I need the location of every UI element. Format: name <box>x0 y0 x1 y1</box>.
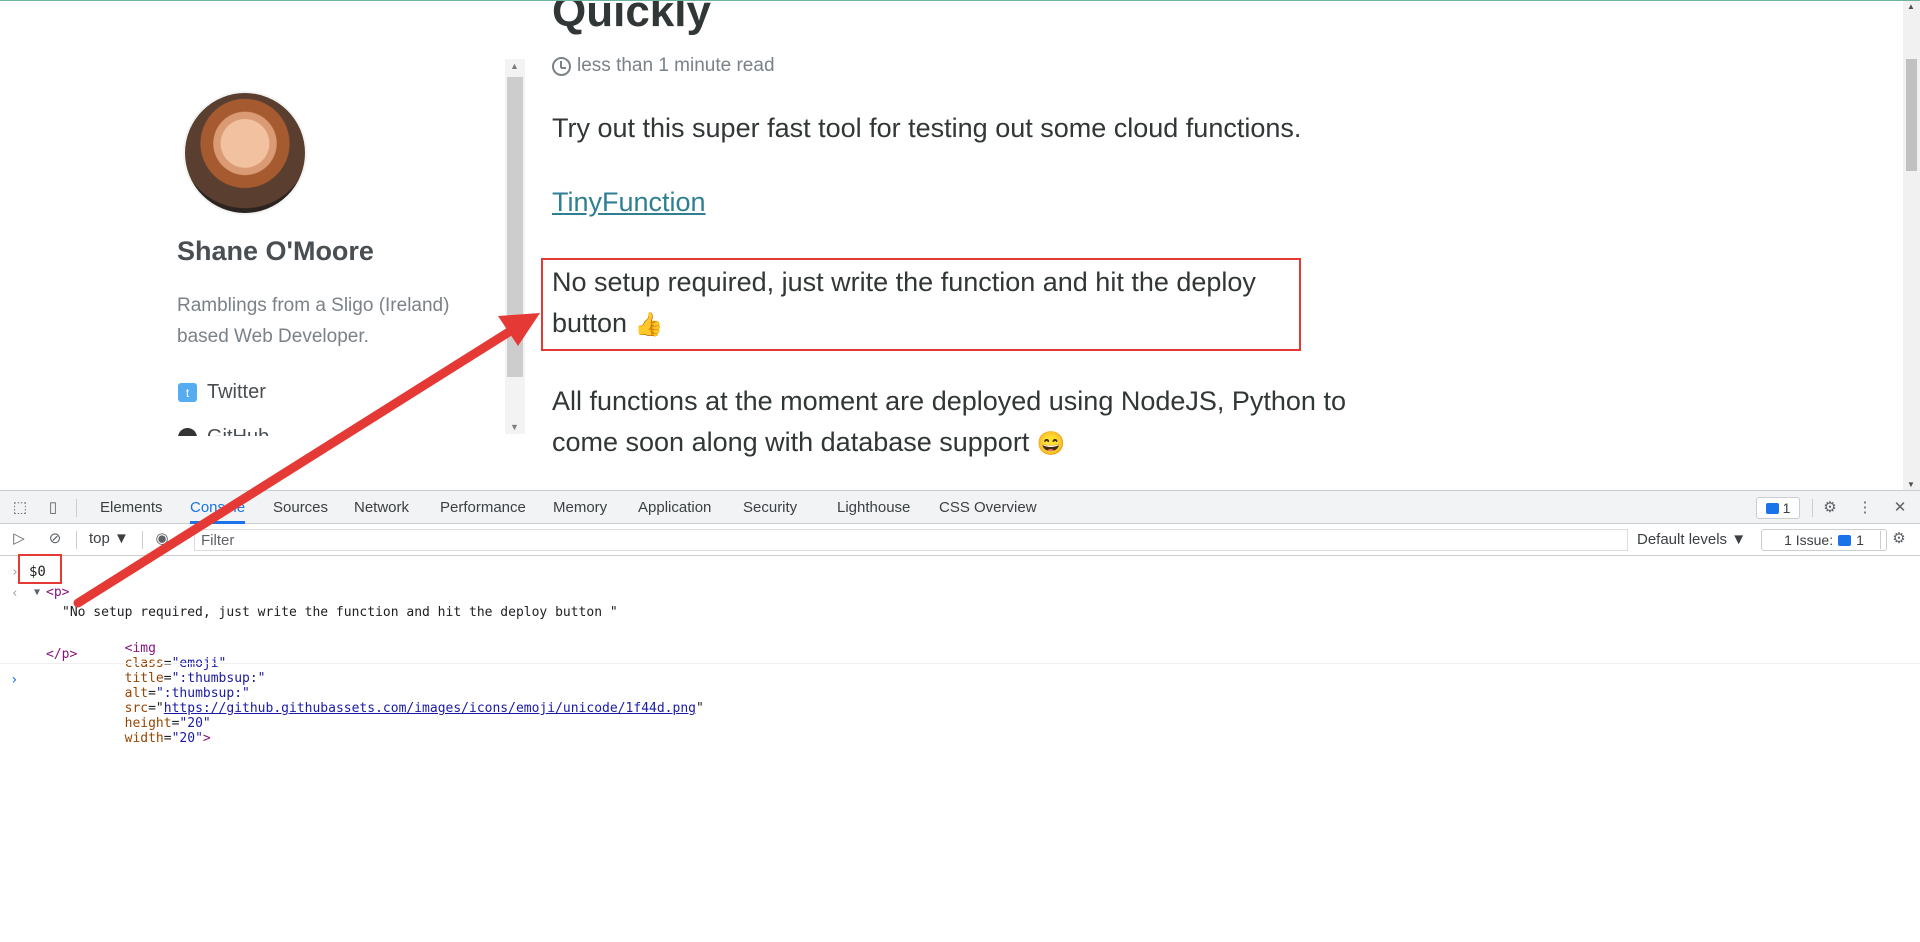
dom-text-node: "No setup required, just write the funct… <box>62 605 618 620</box>
tab-console[interactable]: Console <box>190 491 246 524</box>
toolbar-divider <box>1880 531 1881 549</box>
author-avatar <box>183 91 307 215</box>
read-time-label: less than 1 minute read <box>577 55 775 76</box>
more-options-icon[interactable]: ⋮ <box>1856 499 1874 517</box>
inspect-element-icon[interactable]: ⬚ <box>11 499 29 517</box>
clock-icon <box>552 56 571 76</box>
device-toolbar-icon[interactable]: ▯ <box>44 499 62 517</box>
toolbar-divider <box>142 531 143 549</box>
tab-performance[interactable]: Performance <box>440 491 526 524</box>
expand-triangle-icon[interactable]: ▼ <box>34 587 40 598</box>
tab-security[interactable]: Security <box>743 491 797 524</box>
attr-height: height <box>124 716 172 731</box>
github-icon <box>178 428 197 436</box>
attr-width-value: "20" <box>171 731 203 746</box>
attr-alt: alt <box>124 686 149 701</box>
dom-img-element[interactable]: <img class="emoji" title=":thumbsup:" al… <box>62 626 704 761</box>
context-select[interactable]: top ▼ <box>89 530 129 547</box>
node-text: All functions at the moment are deployed… <box>552 386 1346 457</box>
tab-lighthouse[interactable]: Lighthouse <box>837 491 910 524</box>
settings-gear-icon[interactable]: ⚙ <box>1821 499 1839 517</box>
scroll-down-icon[interactable]: ▼ <box>510 422 519 432</box>
issues-badge-count: 1 <box>1782 500 1791 516</box>
result-caret-icon: ‹ <box>11 586 19 601</box>
tab-application[interactable]: Application <box>638 491 711 524</box>
post-title: Quickly <box>552 0 711 36</box>
social-link-github[interactable]: GitHub <box>178 426 269 436</box>
img-tag: <img <box>124 641 156 656</box>
tab-memory[interactable]: Memory <box>553 491 607 524</box>
tinyfunction-link[interactable]: TinyFunction <box>552 187 706 218</box>
tab-divider <box>76 499 77 517</box>
annotation-highlight-box <box>541 258 1301 351</box>
console-prompt-caret-icon[interactable]: › <box>10 672 18 688</box>
sidebar-scrollbar[interactable]: ▲ ▼ <box>505 59 525 434</box>
author-name: Shane O'Moore <box>177 236 374 266</box>
issues-button-count: 1 <box>1856 532 1864 548</box>
social-link-twitter[interactable]: t Twitter <box>178 381 266 404</box>
scroll-up-icon[interactable]: ▲ <box>510 61 519 71</box>
sidebar-scroll-thumb[interactable] <box>507 77 523 377</box>
intro-paragraph: Try out this super fast tool for testing… <box>552 113 1302 143</box>
log-levels-label: Default levels <box>1637 531 1728 548</box>
attr-width: width <box>124 731 164 746</box>
log-levels-dropdown[interactable]: Default levels ▼ <box>1637 531 1746 548</box>
tab-network[interactable]: Network <box>354 491 409 524</box>
read-time: less than 1 minute read <box>552 55 775 77</box>
issues-button-label: 1 Issue: <box>1784 532 1834 548</box>
console-filter-input[interactable]: Filter <box>194 529 1628 551</box>
tab-css-overview[interactable]: CSS Overview <box>939 491 1037 524</box>
smile-icon: 😄 <box>1036 430 1066 456</box>
close-icon[interactable]: ✕ <box>1891 499 1909 517</box>
attr-src-link[interactable]: https://github.githubassets.com/images/i… <box>164 701 696 716</box>
message-icon <box>1765 502 1779 514</box>
page-scroll-down-icon[interactable]: ▼ <box>1907 481 1915 489</box>
page-scroll-thumb[interactable] <box>1906 59 1917 171</box>
annotation-expression-box <box>18 554 62 584</box>
devtools-panel: ⬚ ▯ Elements Console Sources Network Per… <box>0 490 1920 942</box>
clear-console-icon[interactable]: ⊘ <box>46 530 64 548</box>
tab-elements[interactable]: Elements <box>100 491 163 524</box>
devtools-tabbar: ⬚ ▯ Elements Console Sources Network Per… <box>0 490 1920 524</box>
social-label-github: GitHub <box>207 426 269 436</box>
console-divider <box>0 663 1920 664</box>
chevron-down-icon: ▼ <box>114 530 129 547</box>
context-value: top <box>89 530 110 547</box>
page-viewport: Shane O'Moore Ramblings from a Sligo (Ir… <box>0 0 1920 490</box>
attr-src: src <box>124 701 149 716</box>
message-icon <box>1838 534 1852 546</box>
attr-title: title <box>124 671 164 686</box>
page-scrollbar[interactable]: ▲ ▼ <box>1903 1 1920 490</box>
issues-badge[interactable]: 1 <box>1756 497 1800 519</box>
console-output: › $0 ‹ ▼ <p> "No setup required, just wr… <box>0 556 1920 942</box>
attr-height-value: "20" <box>179 716 211 731</box>
dom-close-tag[interactable]: </p> <box>46 647 77 662</box>
sidebar-toggle-icon[interactable]: ▷ <box>10 530 28 548</box>
tab-sources[interactable]: Sources <box>273 491 328 524</box>
console-toolbar: ▷ ⊘ top ▼ ◉ Filter Default levels ▼ 1 Is… <box>0 524 1920 556</box>
author-bio: Ramblings from a Sligo (Ireland) based W… <box>177 295 450 347</box>
sidebar-clip: GitHub <box>170 416 500 436</box>
attr-title-value: ":thumbsup:" <box>171 671 266 686</box>
chevron-down-icon: ▼ <box>1731 531 1747 548</box>
social-label-twitter: Twitter <box>207 381 266 403</box>
console-settings-gear-icon[interactable]: ⚙ <box>1890 530 1908 548</box>
twitter-icon: t <box>178 383 197 402</box>
attr-alt-value: ":thumbsup:" <box>155 686 250 701</box>
tab-divider <box>1812 499 1813 517</box>
page-scroll-up-icon[interactable]: ▲ <box>1907 3 1915 11</box>
live-expression-eye-icon[interactable]: ◉ <box>153 530 171 548</box>
node-paragraph: All functions at the moment are deployed… <box>552 381 1352 464</box>
dom-open-tag[interactable]: <p> <box>46 585 69 600</box>
toolbar-divider <box>76 531 77 549</box>
issues-button[interactable]: 1 Issue: 1 <box>1761 529 1887 551</box>
